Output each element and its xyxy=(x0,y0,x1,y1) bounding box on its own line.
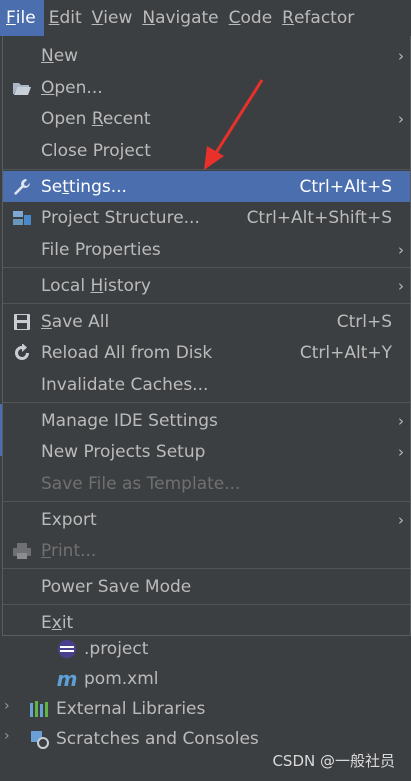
tree-item-project-file[interactable]: .project xyxy=(56,634,148,664)
tree-item-scratches[interactable]: Scratches and Consoles xyxy=(28,724,259,754)
scratches-icon xyxy=(28,728,50,750)
library-icon xyxy=(28,698,50,720)
tree-item-external-libraries[interactable]: External Libraries xyxy=(28,694,205,724)
tree-item-pom[interactable]: m pom.xml xyxy=(56,664,159,694)
expand-chevron-icon[interactable]: › xyxy=(4,728,10,744)
watermark: CSDN @一般社员 xyxy=(272,752,395,770)
expand-chevron-icon[interactable]: › xyxy=(4,698,10,714)
eclipse-project-icon xyxy=(56,638,78,660)
maven-icon: m xyxy=(56,667,78,691)
